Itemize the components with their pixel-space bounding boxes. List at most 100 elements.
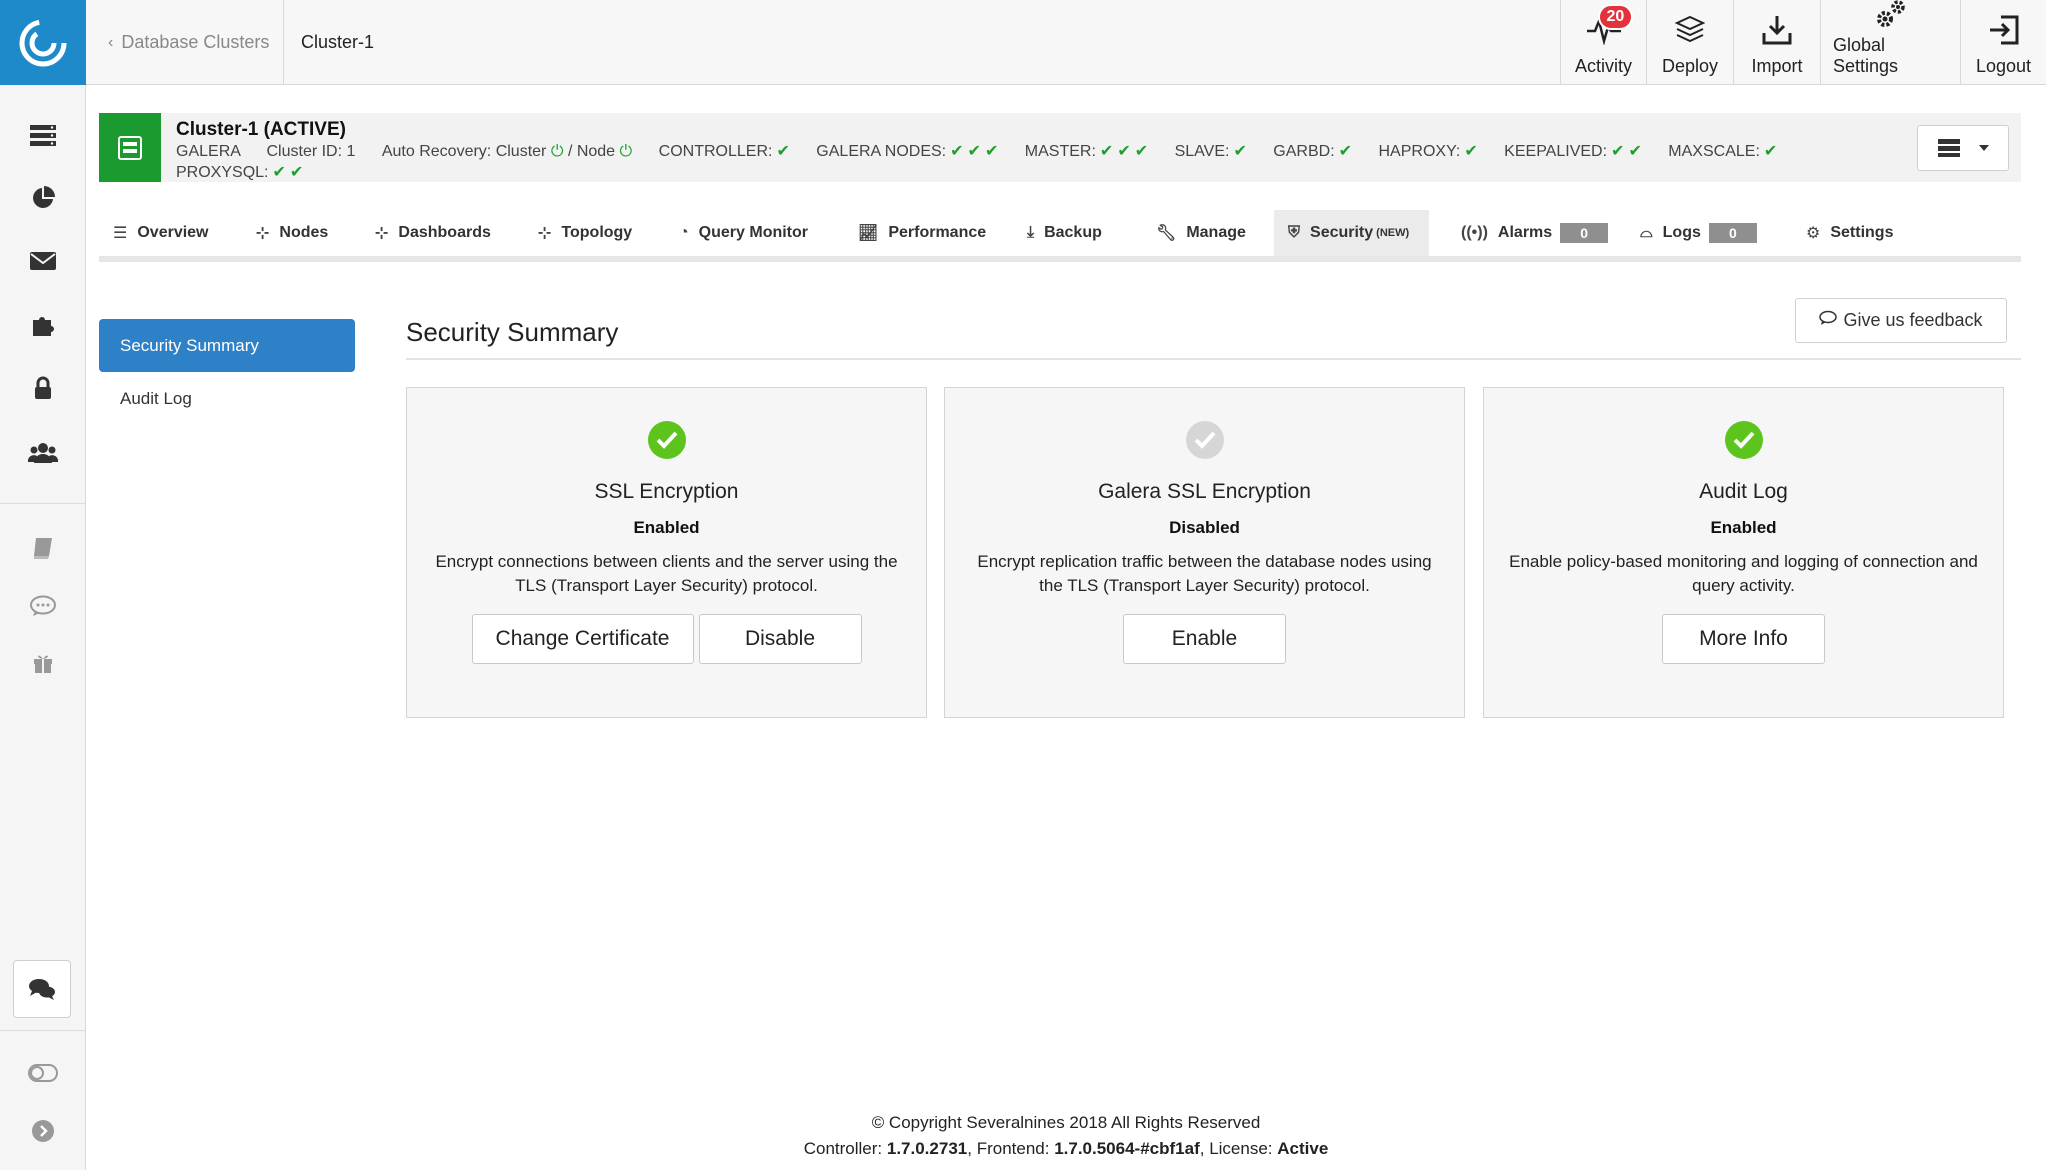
keepalived-label: KEEPALIVED: xyxy=(1504,143,1608,160)
top-actions: 20 Activity Deploy Import Global Setting… xyxy=(1560,0,2046,85)
tab-dashboards-label: Dashboards xyxy=(398,224,491,241)
tab-security-new-tag: (NEW) xyxy=(1376,227,1410,239)
card-state: Disabled xyxy=(1169,518,1240,537)
download-icon: ⤓ xyxy=(1027,224,1035,241)
deploy-label: Deploy xyxy=(1661,56,1719,76)
tab-manage[interactable]: 🔧︎ Manage xyxy=(1156,210,1246,256)
puzzle-icon[interactable] xyxy=(0,300,86,350)
copyright: © Copyright Severalnines 2018 All Rights… xyxy=(871,1113,1261,1132)
check-icon: ✔ xyxy=(950,143,964,160)
side-menu-security-summary[interactable]: Security Summary xyxy=(99,319,355,372)
frontend-version: 1.7.0.5064-#cbf1af xyxy=(1054,1139,1200,1158)
disable-button[interactable]: Disable xyxy=(698,614,862,664)
give-feedback-button[interactable]: Give us feedback xyxy=(1795,298,2007,343)
comment-icon[interactable] xyxy=(0,581,86,631)
logout-label: Logout xyxy=(1975,56,2032,76)
cluster-server-icon[interactable] xyxy=(99,113,161,182)
chat-bubbles-icon xyxy=(29,979,55,1000)
gauge-icon: ◔ xyxy=(679,224,689,241)
cluster-title: Cluster-1 (ACTIVE) xyxy=(176,119,346,140)
check-icon: ✔ xyxy=(1233,143,1247,160)
clusters-list-icon[interactable] xyxy=(0,110,86,160)
severalnines-logo[interactable] xyxy=(0,0,86,85)
enable-button[interactable]: Enable xyxy=(1123,614,1286,664)
left-rail xyxy=(0,0,86,1170)
check-circle-icon xyxy=(647,420,687,460)
chat-button[interactable] xyxy=(13,960,71,1018)
galera-nodes-label: GALERA NODES: xyxy=(816,143,947,160)
layers-icon xyxy=(1674,8,1706,52)
tab-overview[interactable]: ☰ Overview xyxy=(113,210,209,256)
logs-count-badge: 0 xyxy=(1708,223,1757,243)
card-description: Encrypt replication traffic between the … xyxy=(977,552,1432,595)
shield-icon: ⛨ xyxy=(1288,224,1301,241)
breadcrumb-back-link[interactable]: ‹ Database Clusters xyxy=(98,0,285,85)
tab-query-monitor[interactable]: ◔ Query Monitor xyxy=(679,210,808,256)
tab-settings[interactable]: ⚙ Settings xyxy=(1806,210,1893,256)
tab-logs[interactable]: ⌓ Logs 0 xyxy=(1640,210,1757,256)
cluster-header: Cluster-1 (ACTIVE) GALERA Cluster ID: 1 … xyxy=(99,113,2021,182)
check-icon: ✔ xyxy=(1464,143,1478,160)
import-label: Import xyxy=(1751,56,1803,76)
side-menu-audit-log[interactable]: Audit Log xyxy=(120,389,192,409)
check-icon: ✔ xyxy=(776,143,790,160)
change-certificate-button[interactable]: Change Certificate xyxy=(471,614,694,664)
comment-icon xyxy=(1819,310,1838,331)
lock-icon[interactable] xyxy=(0,363,86,413)
tab-alarms[interactable]: ((•)) Alarms 0 xyxy=(1461,210,1609,256)
sitemap-icon: ⊹ xyxy=(375,225,389,242)
cluster-status-line: GALERA Cluster ID: 1 Auto Recovery: Clus… xyxy=(176,141,1777,161)
more-info-button[interactable]: More Info xyxy=(1662,614,1825,664)
cluster-id: Cluster ID: 1 xyxy=(266,143,356,160)
check-icon: ✔ xyxy=(1134,143,1149,160)
tab-alarms-label: Alarms xyxy=(1497,224,1553,241)
card-description: Encrypt connections between clients and … xyxy=(435,552,898,595)
check-icon: ✔ xyxy=(289,164,304,181)
check-icon: ✔ xyxy=(967,143,981,160)
pie-chart-icon[interactable] xyxy=(0,173,86,223)
check-icon: ✔ xyxy=(1117,143,1131,160)
tab-dashboards[interactable]: ⊹ Dashboards xyxy=(375,210,491,256)
tab-security[interactable]: ⛨ Security (NEW) xyxy=(1274,210,1430,256)
gift-icon[interactable] xyxy=(0,638,86,688)
global-settings-button[interactable]: Global Settings xyxy=(1820,0,1960,85)
tab-performance[interactable]: 📈︎ Performance xyxy=(858,210,986,256)
auto-recovery-label: Auto Recovery: Cluster xyxy=(381,143,547,160)
expand-rail-icon[interactable] xyxy=(0,1106,86,1156)
book-icon[interactable] xyxy=(0,523,86,573)
list-icon: ☰ xyxy=(113,225,128,242)
card-title: Galera SSL Encryption xyxy=(1098,480,1311,503)
mail-icon[interactable] xyxy=(0,236,86,286)
tab-backup[interactable]: ⤓ Backup xyxy=(1027,210,1102,256)
auto-recovery-node-label: / Node xyxy=(567,143,616,160)
alarms-count-badge: 0 xyxy=(1560,223,1609,243)
card-title: Audit Log xyxy=(1699,480,1788,503)
logout-button[interactable]: Logout xyxy=(1960,0,2046,85)
card-galera-ssl-encryption: Galera SSL Encryption Disabled Encrypt r… xyxy=(944,387,1465,718)
power-on-icon[interactable]: ⏻ xyxy=(551,143,564,160)
controller-version: 1.7.0.2731 xyxy=(886,1139,968,1158)
toggle-icon[interactable] xyxy=(0,1048,86,1098)
cluster-status-line-2: PROXYSQL: ✔ ✔ xyxy=(176,162,303,182)
cluster-actions-dropdown[interactable] xyxy=(1917,125,2009,171)
line-chart-icon: 📈︎ xyxy=(858,225,879,242)
logout-icon xyxy=(1987,8,2021,52)
version-info: Controller: 1.7.0.2731, Frontend: 1.7.0.… xyxy=(803,1139,1329,1158)
hdd-icon: ⌓ xyxy=(1640,224,1653,241)
deploy-button[interactable]: Deploy xyxy=(1646,0,1733,85)
import-button[interactable]: Import xyxy=(1733,0,1820,85)
cluster-type: GALERA xyxy=(176,143,241,160)
tab-topology[interactable]: ⊹ Topology xyxy=(538,210,632,256)
tab-topology-label: Topology xyxy=(561,224,633,241)
page-title: Security Summary xyxy=(406,317,619,347)
check-icon: ✔ xyxy=(1763,143,1778,160)
users-icon[interactable] xyxy=(0,428,86,478)
power-on-icon[interactable]: ⏻ xyxy=(620,143,633,160)
broadcast-icon: ((•)) xyxy=(1461,224,1488,241)
check-circle-icon xyxy=(1185,420,1225,460)
check-icon: ✔ xyxy=(1611,143,1625,160)
tab-logs-label: Logs xyxy=(1662,224,1701,241)
activity-button[interactable]: 20 Activity xyxy=(1560,0,1646,85)
breadcrumb-current: Cluster-1 xyxy=(301,32,375,52)
tab-nodes[interactable]: ⊹ Nodes xyxy=(256,210,328,256)
